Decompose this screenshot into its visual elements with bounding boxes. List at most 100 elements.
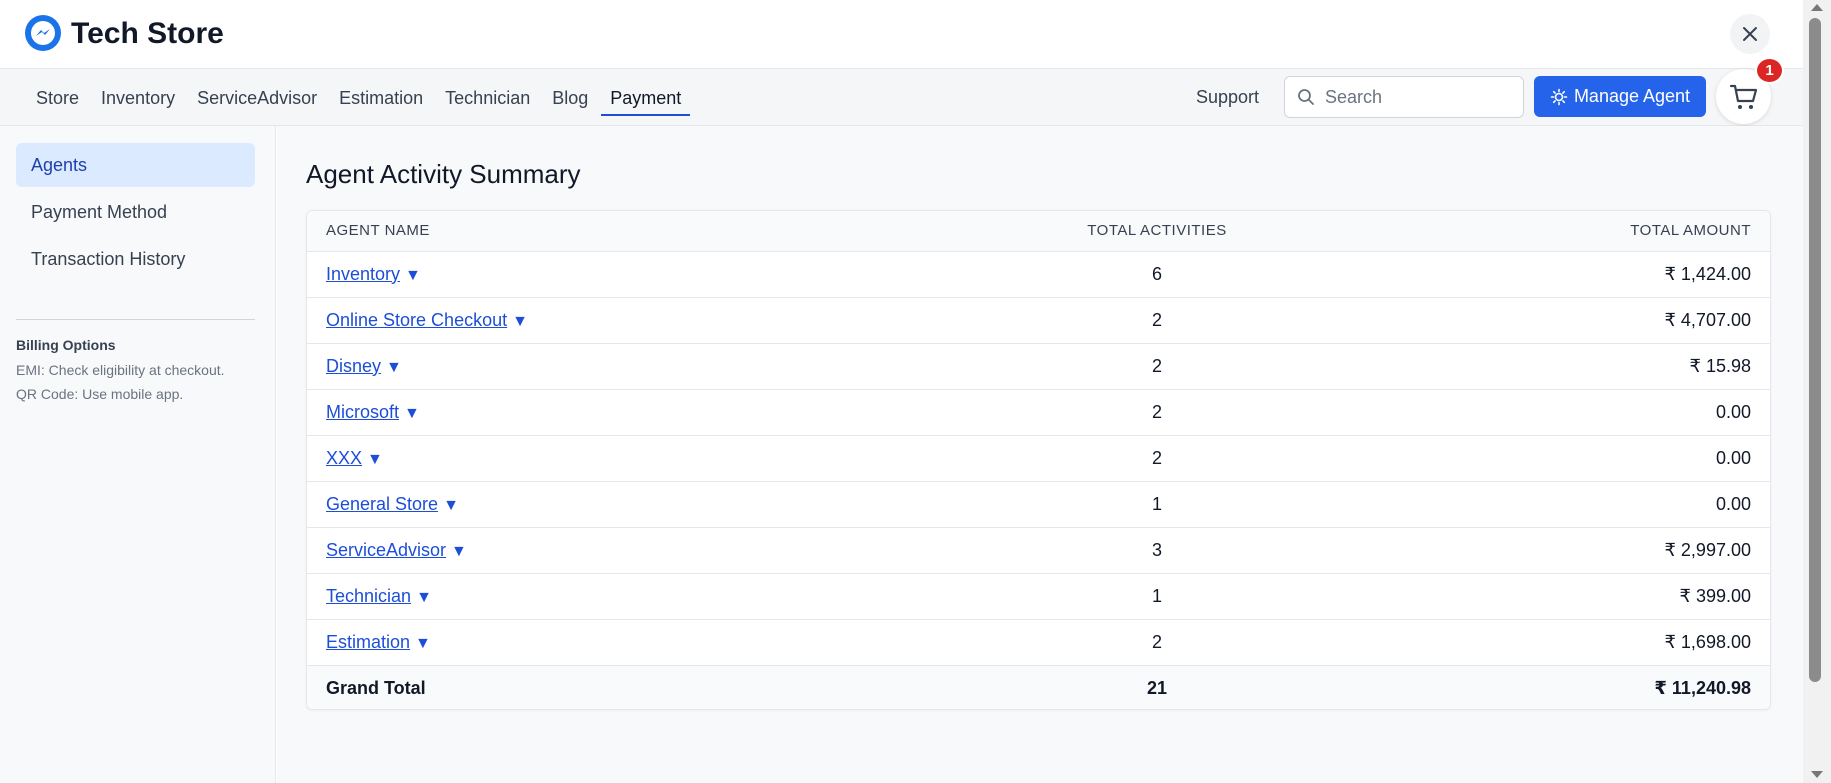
nav-tabs: Store Inventory ServiceAdvisor Estimation Te… [36,69,692,126]
app-title: Tech Store [71,17,224,50]
amount-cell: 0.00 [1367,481,1770,528]
table-row: Disney ▼ 2 ₹ 15.98 [307,343,1770,390]
amount-cell: ₹ 2,997.00 [1367,527,1770,574]
page-title: Agent Activity Summary [306,159,581,189]
billing-line-qr: QR Code: Use mobile app. [16,386,184,402]
grand-total-label: Grand Total [307,665,947,709]
header-total-activities: TOTAL ACTIVITIES [947,211,1367,252]
expand-caret-icon[interactable]: ▼ [451,543,467,560]
sun-icon [1550,88,1568,105]
sidebar-divider [16,319,255,320]
agent-link[interactable]: Estimation [326,632,410,652]
activities-cell: 2 [947,343,1367,390]
agent-link[interactable]: Disney [326,356,381,376]
agent-summary-table: AGENT NAME TOTAL ACTIVITIES TOTAL AMOUNT… [306,210,1771,710]
sidebar: Agents Payment Method Transaction History … [0,126,276,783]
expand-caret-icon[interactable]: ▼ [443,497,459,514]
support-link[interactable]: Support [1196,83,1259,111]
activities-cell: 6 [947,251,1367,298]
table-header-row: AGENT NAME TOTAL ACTIVITIES TOTAL AMOUNT [307,211,1770,252]
close-button[interactable] [1730,14,1770,54]
header-agent-name: AGENT NAME [307,211,947,252]
sidebar-item-agents[interactable]: Agents [16,143,255,187]
grand-total-amount: ₹ 11,240.98 [1367,665,1770,709]
scroll-thumb[interactable] [1809,18,1821,682]
amount-cell: 0.00 [1367,389,1770,436]
agent-name-cell: XXX ▼ [307,435,947,482]
title-bar: Tech Store [0,0,1803,69]
billing-line-emi: EMI: Check eligibility at checkout. [16,362,225,378]
amount-cell: ₹ 15.98 [1367,343,1770,390]
amount-cell: ₹ 399.00 [1367,573,1770,620]
agent-name-cell: Technician ▼ [307,573,947,620]
messenger-logo-icon [25,15,61,51]
expand-caret-icon[interactable]: ▼ [367,451,383,468]
grand-total-row: Grand Total 21 ₹ 11,240.98 [307,665,1770,709]
tab-technician[interactable]: Technician [434,84,541,112]
manage-agent-label: Manage Agent [1573,86,1691,106]
expand-caret-icon[interactable]: ▼ [416,589,432,606]
billing-options-title: Billing Options [16,337,116,353]
amount-cell: ₹ 4,707.00 [1367,297,1770,344]
search-icon [1298,89,1314,105]
agent-name-cell: Estimation ▼ [307,619,947,666]
agent-link[interactable]: Online Store Checkout [326,310,507,330]
activities-cell: 2 [947,619,1367,666]
activities-cell: 2 [947,389,1367,436]
close-icon [1743,27,1757,41]
nav-bar: Store Inventory ServiceAdvisor Estimation Te… [0,69,1803,126]
agent-link[interactable]: Microsoft [326,402,399,422]
app-window: Tech Store Store Inventory ServiceAdvisor E… [0,0,1831,783]
table-row: Technician ▼ 1 ₹ 399.00 [307,573,1770,620]
shopping-cart-icon [1729,84,1757,109]
table-row: Inventory ▼ 6 ₹ 1,424.00 [307,251,1770,298]
table-row: Estimation ▼ 2 ₹ 1,698.00 [307,619,1770,666]
expand-caret-icon[interactable]: ▼ [386,359,402,376]
amount-cell: 0.00 [1367,435,1770,482]
scroll-down-arrow-icon[interactable] [1811,771,1823,778]
header-total-amount: TOTAL AMOUNT [1367,211,1770,252]
expand-caret-icon[interactable]: ▼ [415,635,431,652]
agent-link[interactable]: XXX [326,448,362,468]
activities-cell: 3 [947,527,1367,574]
tab-blog[interactable]: Blog [541,84,599,112]
activities-cell: 2 [947,297,1367,344]
tab-serviceadvisor[interactable]: ServiceAdvisor [186,84,328,112]
expand-caret-icon[interactable]: ▼ [404,405,420,422]
manage-agent-button[interactable]: Manage Agent [1534,76,1706,117]
sidebar-item-transaction-history[interactable]: Transaction History [16,237,255,281]
tab-payment[interactable]: Payment [599,84,692,116]
table-row: XXX ▼ 2 0.00 [307,435,1770,482]
table-row: ServiceAdvisor ▼ 3 ₹ 2,997.00 [307,527,1770,574]
agent-name-cell: Online Store Checkout ▼ [307,297,947,344]
agent-name-cell: Disney ▼ [307,343,947,390]
activities-cell: 1 [947,481,1367,528]
vertical-scrollbar[interactable] [1803,0,1831,783]
sidebar-item-payment-method[interactable]: Payment Method [16,190,255,234]
table-row: Microsoft ▼ 2 0.00 [307,389,1770,436]
main-content: Agent Activity Summary AGENT NAME TOTAL … [277,126,1803,783]
table-row: General Store ▼ 1 0.00 [307,481,1770,528]
agent-link[interactable]: Inventory [326,264,400,284]
activities-cell: 2 [947,435,1367,482]
scroll-up-arrow-icon[interactable] [1811,4,1823,11]
amount-cell: ₹ 1,424.00 [1367,251,1770,298]
agent-name-cell: Microsoft ▼ [307,389,947,436]
agent-link[interactable]: Technician [326,586,411,606]
agent-name-cell: Inventory ▼ [307,251,947,298]
expand-caret-icon[interactable]: ▼ [405,267,421,284]
search-input[interactable] [1325,86,1515,108]
tab-store[interactable]: Store [36,84,90,112]
cart-count-badge: 1 [1755,57,1784,84]
agent-link[interactable]: General Store [326,494,438,514]
table-row: Online Store Checkout ▼ 2 ₹ 4,707.00 [307,297,1770,344]
activities-cell: 1 [947,573,1367,620]
expand-caret-icon[interactable]: ▼ [512,313,528,330]
search-box[interactable] [1284,76,1524,118]
agent-link[interactable]: ServiceAdvisor [326,540,446,560]
tab-inventory[interactable]: Inventory [90,84,186,112]
agent-name-cell: ServiceAdvisor ▼ [307,527,947,574]
agent-name-cell: General Store ▼ [307,481,947,528]
tab-estimation[interactable]: Estimation [328,84,434,112]
grand-total-activities: 21 [947,665,1367,709]
